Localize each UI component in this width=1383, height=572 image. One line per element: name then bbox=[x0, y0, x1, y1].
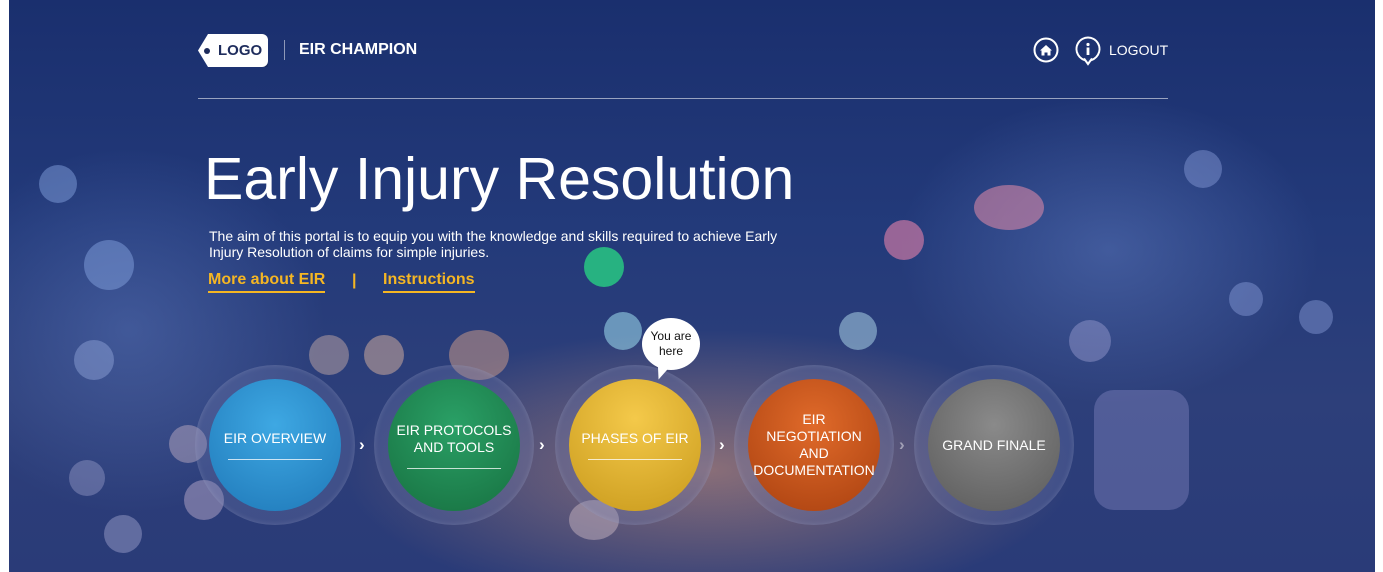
step-ring: PHASES OF EIR bbox=[555, 365, 715, 525]
step-underline bbox=[407, 467, 501, 469]
step-eir-negotiation-and-documentation[interactable]: EIR NEGOTIATION AND DOCUMENTATION bbox=[748, 379, 880, 511]
logo-text: LOGO bbox=[218, 42, 263, 59]
link-separator: | bbox=[352, 272, 357, 289]
chevron-right-icon: › bbox=[899, 435, 905, 454]
bubble-line: You are bbox=[650, 329, 692, 343]
bokeh-dot bbox=[104, 515, 142, 553]
instructions-link[interactable]: Instructions bbox=[383, 271, 475, 293]
step-ring: EIR NEGOTIATION AND DOCUMENTATION bbox=[734, 365, 894, 525]
bokeh-dot bbox=[1069, 320, 1111, 362]
bokeh-dot bbox=[1229, 282, 1263, 316]
bokeh-dot bbox=[364, 335, 404, 375]
you-are-here-bubble: You are here bbox=[642, 318, 700, 370]
step-label: EIR NEGOTIATION AND DOCUMENTATION bbox=[753, 411, 875, 478]
home-icon[interactable] bbox=[1033, 37, 1059, 63]
logo-hole bbox=[204, 48, 210, 54]
bokeh-dot bbox=[39, 165, 77, 203]
step-eir-overview[interactable]: EIR OVERVIEW bbox=[209, 379, 341, 511]
header-rule bbox=[198, 98, 1168, 99]
bokeh-dot bbox=[974, 185, 1044, 230]
bokeh-dot bbox=[69, 460, 105, 496]
bokeh-dot bbox=[309, 335, 349, 375]
step-underline bbox=[588, 459, 682, 460]
bokeh-dot bbox=[839, 312, 877, 350]
step-grand-finale[interactable]: GRAND FINALE bbox=[928, 379, 1060, 511]
chevron-right-icon: › bbox=[719, 435, 725, 454]
logo[interactable]: LOGO bbox=[198, 34, 268, 67]
step-phases-of-eir[interactable]: PHASES OF EIR bbox=[569, 379, 701, 511]
header-divider bbox=[284, 40, 285, 60]
chevron-right-icon: › bbox=[539, 435, 545, 454]
bokeh-dot bbox=[884, 220, 924, 260]
page-title: Early Injury Resolution bbox=[204, 146, 795, 212]
more-about-eir-link[interactable]: More about EIR bbox=[208, 271, 326, 293]
bokeh-dot bbox=[74, 340, 114, 380]
chevron-right-icon: › bbox=[359, 435, 365, 454]
page-description: The aim of this portal is to equip you w… bbox=[209, 228, 778, 260]
step-ring: EIR OVERVIEW bbox=[195, 365, 355, 525]
step-label: EIR PROTOCOLS AND TOOLS bbox=[396, 421, 512, 455]
bubble-line: here bbox=[658, 344, 684, 358]
bokeh-dot bbox=[84, 240, 134, 290]
step-underline bbox=[228, 459, 322, 460]
bokeh-dot bbox=[604, 312, 642, 350]
bokeh-dot bbox=[1094, 390, 1189, 510]
logout-link[interactable]: LOGOUT bbox=[1109, 42, 1168, 58]
info-icon[interactable] bbox=[1075, 36, 1101, 66]
step-ring: EIR PROTOCOLS AND TOOLS bbox=[374, 365, 534, 525]
step-label: EIR OVERVIEW bbox=[223, 430, 327, 446]
step-eir-protocols-and-tools[interactable]: EIR PROTOCOLS AND TOOLS bbox=[388, 379, 520, 511]
app-title: EIR CHAMPION bbox=[299, 41, 418, 58]
bokeh-dot bbox=[1299, 300, 1333, 334]
step-label: GRAND FINALE bbox=[942, 436, 1046, 453]
bokeh-dot bbox=[1184, 150, 1222, 188]
step-ring: GRAND FINALE bbox=[914, 365, 1074, 525]
step-label: PHASES OF EIR bbox=[581, 430, 689, 446]
